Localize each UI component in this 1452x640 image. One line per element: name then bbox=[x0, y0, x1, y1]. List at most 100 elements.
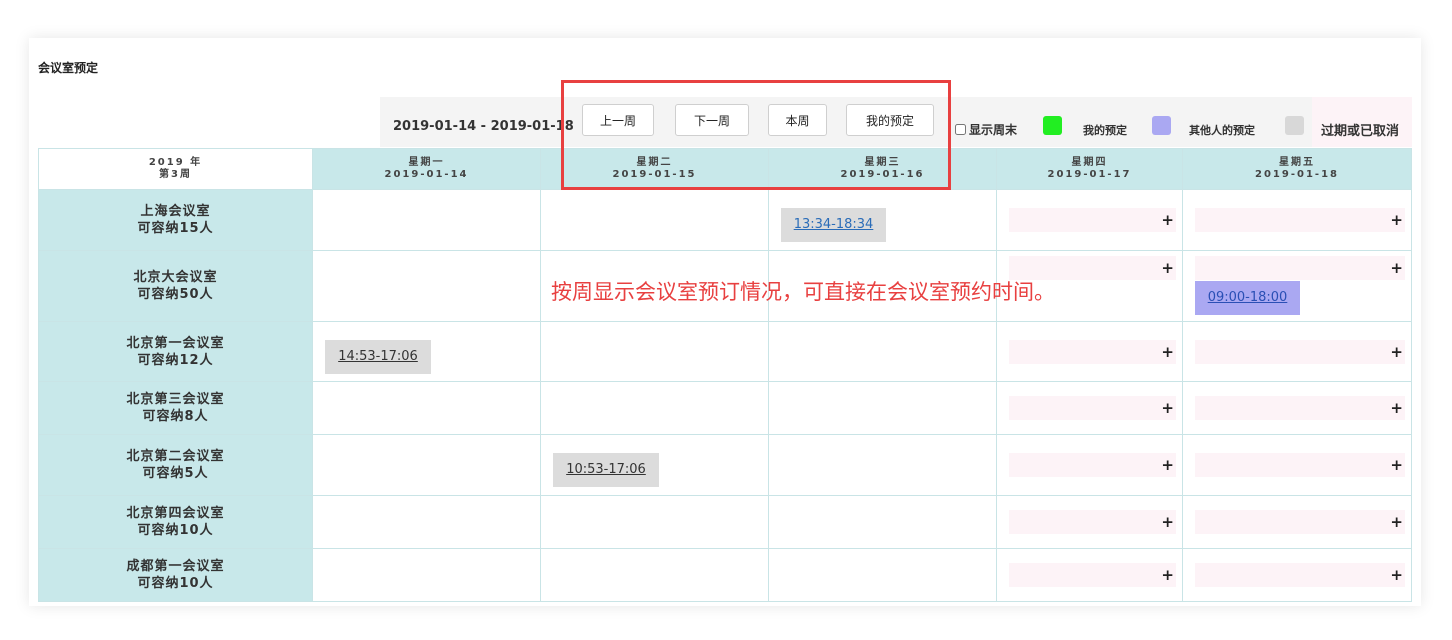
table-row: 北京第三会议室 可容纳8人 + + bbox=[38, 381, 1412, 435]
day-cell: + bbox=[996, 381, 1183, 435]
day-header-thu: 星期四 2019-01-17 bbox=[996, 148, 1183, 190]
day-name: 星期二 bbox=[636, 157, 673, 168]
table-row: 成都第一会议室 可容纳10人 + + bbox=[38, 548, 1412, 602]
booking-block[interactable]: 10:53-17:06 bbox=[553, 453, 659, 487]
day-cell bbox=[540, 548, 769, 602]
legend-label-others: 其他人的预定 bbox=[1189, 124, 1255, 137]
add-booking-slot[interactable]: + bbox=[1009, 208, 1176, 232]
plus-icon[interactable]: + bbox=[1161, 258, 1174, 278]
add-booking-slot[interactable]: + bbox=[1009, 563, 1176, 587]
legend-swatch-others bbox=[1152, 116, 1171, 135]
day-cell bbox=[540, 250, 769, 322]
add-booking-slot[interactable]: + bbox=[1009, 453, 1176, 477]
booking-grid: 2019 年 第3周 星期一 2019-01-14 星期二 2019-01-15… bbox=[38, 148, 1412, 602]
show-weekend-toggle[interactable]: 显示周末 bbox=[955, 121, 1017, 138]
plus-icon[interactable]: + bbox=[1161, 565, 1174, 585]
table-row: 北京大会议室 可容纳50人 + +09:00-18:00 bbox=[38, 250, 1412, 322]
day-cell bbox=[312, 495, 541, 549]
table-row: 北京第二会议室 可容纳5人 10:53-17:06 + + bbox=[38, 434, 1412, 496]
day-cell: + bbox=[1182, 495, 1412, 549]
day-date: 2019-01-15 bbox=[612, 169, 697, 180]
room-name: 北京第一会议室 bbox=[126, 335, 225, 351]
day-cell bbox=[312, 434, 541, 496]
day-cell: + bbox=[1182, 381, 1412, 435]
room-capacity: 可容纳10人 bbox=[137, 576, 214, 591]
room-name: 北京第二会议室 bbox=[126, 449, 225, 464]
plus-icon[interactable]: + bbox=[1390, 210, 1403, 230]
plus-icon[interactable]: + bbox=[1390, 565, 1403, 585]
show-weekend-checkbox[interactable] bbox=[955, 124, 966, 135]
add-booking-slot[interactable]: + bbox=[1009, 256, 1176, 280]
table-row: 北京第一会议室 可容纳12人 14:53-17:06 + + bbox=[38, 321, 1412, 382]
day-cell bbox=[540, 381, 769, 435]
room-name: 北京第四会议室 bbox=[126, 506, 225, 521]
day-date: 2019-01-17 bbox=[1047, 169, 1132, 180]
day-cell bbox=[768, 548, 997, 602]
day-name: 星期三 bbox=[864, 157, 901, 168]
day-cell: + bbox=[996, 495, 1183, 549]
day-cell bbox=[312, 250, 541, 322]
day-cell: + bbox=[1182, 548, 1412, 602]
this-week-button[interactable]: 本周 bbox=[768, 104, 827, 136]
day-cell bbox=[540, 321, 769, 382]
day-header-tue: 星期二 2019-01-15 bbox=[540, 148, 769, 190]
next-week-button[interactable]: 下一周 bbox=[675, 104, 749, 136]
add-booking-slot[interactable]: + bbox=[1195, 396, 1405, 420]
room-cell: 上海会议室 可容纳15人 bbox=[38, 189, 313, 251]
day-date: 2019-01-16 bbox=[840, 169, 925, 180]
day-cell bbox=[768, 321, 997, 382]
day-date: 2019-01-18 bbox=[1255, 169, 1339, 180]
add-booking-slot[interactable]: + bbox=[1195, 563, 1405, 587]
add-booking-slot[interactable]: + bbox=[1195, 340, 1405, 364]
prev-week-button[interactable]: 上一周 bbox=[582, 104, 654, 136]
booking-block[interactable]: 13:34-18:34 bbox=[781, 208, 886, 242]
plus-icon[interactable]: + bbox=[1390, 398, 1403, 418]
plus-icon[interactable]: + bbox=[1390, 342, 1403, 362]
room-capacity: 可容纳10人 bbox=[137, 523, 214, 538]
add-booking-slot[interactable]: + bbox=[1195, 256, 1405, 280]
room-name: 北京第三会议室 bbox=[126, 392, 225, 407]
plus-icon[interactable]: + bbox=[1390, 258, 1403, 278]
room-cell: 北京第二会议室 可容纳5人 bbox=[38, 434, 313, 496]
day-cell bbox=[540, 189, 769, 251]
day-cell bbox=[768, 495, 997, 549]
room-capacity: 可容纳12人 bbox=[137, 352, 214, 368]
day-cell: + bbox=[996, 321, 1183, 382]
booking-block[interactable]: 09:00-18:00 bbox=[1195, 281, 1300, 315]
booking-block[interactable]: 14:53-17:06 bbox=[325, 340, 431, 374]
room-cell: 北京第一会议室 可容纳12人 bbox=[38, 321, 313, 382]
add-booking-slot[interactable]: + bbox=[1195, 453, 1405, 477]
plus-icon[interactable]: + bbox=[1161, 398, 1174, 418]
day-date: 2019-01-14 bbox=[384, 169, 469, 180]
week-number-label: 第3周 bbox=[159, 169, 192, 180]
day-cell: 13:34-18:34 bbox=[768, 189, 997, 251]
plus-icon[interactable]: + bbox=[1161, 512, 1174, 532]
room-capacity: 可容纳5人 bbox=[142, 466, 209, 481]
add-booking-slot[interactable]: + bbox=[1009, 510, 1176, 534]
plus-icon[interactable]: + bbox=[1161, 210, 1174, 230]
my-bookings-button[interactable]: 我的预定 bbox=[846, 104, 934, 136]
plus-icon[interactable]: + bbox=[1161, 342, 1174, 362]
day-cell bbox=[768, 381, 997, 435]
add-booking-slot[interactable]: + bbox=[1195, 510, 1405, 534]
day-cell: + bbox=[1182, 189, 1412, 251]
plus-icon[interactable]: + bbox=[1390, 455, 1403, 475]
day-cell bbox=[540, 495, 769, 549]
booking-panel: 会议室预定 2019-01-14 - 2019-01-18 上一周 下一周 本周… bbox=[29, 38, 1421, 606]
day-header-mon: 星期一 2019-01-14 bbox=[312, 148, 541, 190]
add-booking-slot[interactable]: + bbox=[1009, 396, 1176, 420]
day-cell: + bbox=[1182, 434, 1412, 496]
add-booking-slot[interactable]: + bbox=[1009, 340, 1176, 364]
day-cell bbox=[768, 434, 997, 496]
day-name: 星期五 bbox=[1279, 157, 1315, 168]
day-header-fri: 星期五 2019-01-18 bbox=[1182, 148, 1412, 190]
plus-icon[interactable]: + bbox=[1161, 455, 1174, 475]
year-label: 2019 年 bbox=[148, 157, 203, 168]
room-cell: 北京大会议室 可容纳50人 bbox=[38, 250, 313, 322]
day-cell: 10:53-17:06 bbox=[540, 434, 769, 496]
plus-icon[interactable]: + bbox=[1390, 512, 1403, 532]
day-cell: + bbox=[996, 548, 1183, 602]
add-booking-slot[interactable]: + bbox=[1195, 208, 1405, 232]
day-cell bbox=[768, 250, 997, 322]
day-cell: + bbox=[996, 434, 1183, 496]
